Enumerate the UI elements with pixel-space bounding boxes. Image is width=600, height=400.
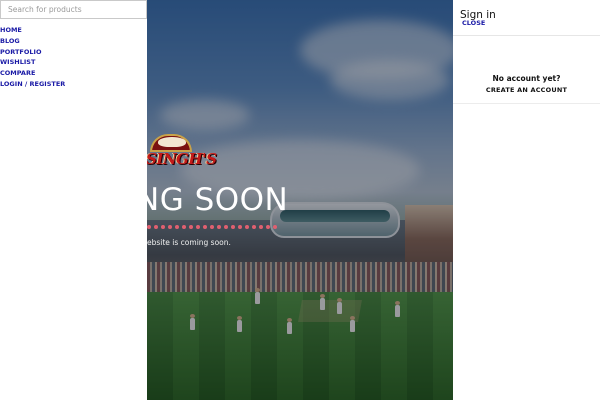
singhs-logo: SINGH'S	[146, 134, 217, 172]
coming-soon-subtitle: ebsite is coming soon.	[147, 238, 231, 247]
close-button[interactable]: CLOSE	[462, 19, 485, 27]
menu-item-home: HOME	[0, 22, 65, 34]
logo-text: SINGH'S	[146, 150, 217, 168]
menu-item-blog: BLOG	[0, 33, 65, 45]
menu-item-portfolio: PORTFOLIO	[0, 44, 65, 56]
divider	[453, 35, 600, 36]
mobile-menu-panel: HOME BLOG PORTFOLIO WISHLIST COMPARE LOG…	[0, 0, 147, 400]
mobile-nav-menu: HOME BLOG PORTFOLIO WISHLIST COMPARE LOG…	[0, 22, 65, 88]
menu-link-login-register[interactable]: LOGIN / REGISTER	[0, 80, 65, 88]
search-input[interactable]	[0, 0, 147, 19]
create-account-link[interactable]: CREATE AN ACCOUNT	[453, 86, 600, 94]
menu-item-login-register: LOGIN / REGISTER	[0, 76, 65, 88]
divider	[453, 103, 600, 104]
decorative-dots	[147, 225, 277, 229]
coming-soon-title: NG SOON	[136, 182, 289, 218]
signin-panel: Sign in CLOSE No account yet? CREATE AN …	[453, 0, 600, 400]
menu-item-wishlist: WISHLIST	[0, 54, 65, 66]
logo-emblem-icon	[158, 137, 186, 147]
menu-item-compare: COMPARE	[0, 65, 65, 77]
no-account-text: No account yet?	[492, 74, 561, 83]
